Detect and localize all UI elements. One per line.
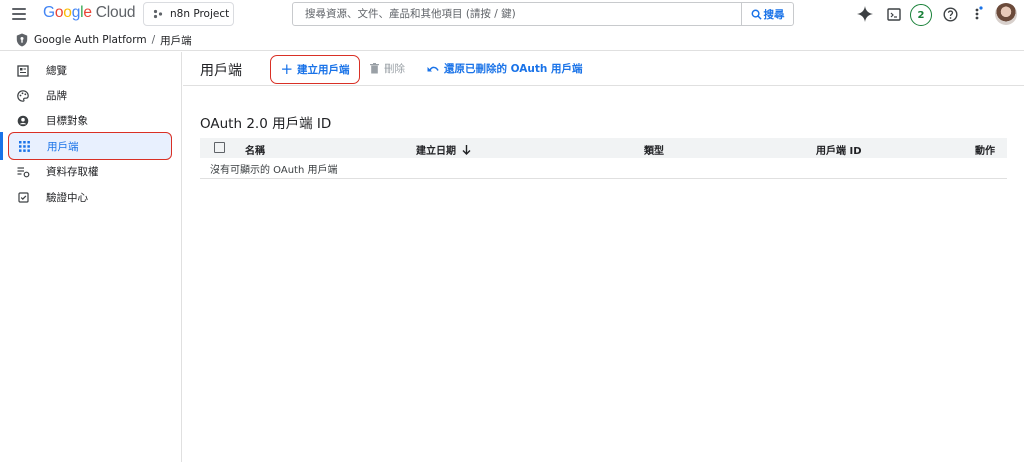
breadcrumb-current: 用戶端 [160, 34, 192, 47]
column-header-created[interactable]: 建立日期 [416, 142, 471, 157]
menu-icon[interactable] [12, 8, 26, 20]
palette-icon [16, 89, 30, 103]
section-title: OAuth 2.0 用戶端 ID [200, 116, 332, 132]
notifications-badge[interactable]: 2 [909, 3, 933, 27]
column-header-client-id[interactable]: 用戶端 ID [816, 142, 862, 157]
sort-arrow-down-icon [462, 144, 471, 155]
search-input[interactable] [293, 3, 741, 25]
plus-icon: + [280, 60, 294, 78]
empty-state-row: 沒有可顯示的 OAuth 用戶端 [200, 158, 1007, 179]
sidebar-item-verification[interactable]: 驗證中心 [8, 185, 172, 210]
verified-icon [16, 191, 30, 205]
sidebar-item-branding[interactable]: 品牌 [8, 83, 172, 108]
gemini-icon[interactable] [855, 4, 875, 24]
breadcrumb-separator: / [151, 34, 156, 46]
project-picker-button[interactable]: n8n Project [143, 2, 234, 26]
more-vert-icon[interactable] [968, 4, 988, 24]
search-button[interactable]: 搜尋 [741, 3, 793, 25]
delete-button[interactable]: 刪除 [370, 61, 405, 76]
page-toolbar: 用戶端 + 建立用戶端 刪除 還原已刪除的 OAuth 用戶端 [183, 52, 1024, 86]
restore-deleted-clients-button[interactable]: 還原已刪除的 OAuth 用戶端 [427, 61, 583, 76]
trash-icon [370, 63, 379, 74]
project-icon [153, 9, 163, 19]
google-cloud-logo[interactable]: Google Cloud [43, 4, 135, 22]
search-bar: 搜尋 [292, 2, 794, 26]
active-indicator [0, 132, 3, 160]
apps-grid-icon [17, 139, 31, 153]
search-icon [751, 9, 762, 20]
person-icon [16, 114, 30, 128]
page-title: 用戶端 [200, 63, 242, 79]
oauth-clients-table: 名稱 建立日期 類型 用戶端 ID 動作 沒有可顯示的 OAuth 用戶端 [200, 138, 1007, 179]
sidebar: 總覽 品牌 目標對象 用戶端 資料存取權 驗證中心 [0, 52, 182, 462]
sidebar-item-audience[interactable]: 目標對象 [8, 108, 172, 133]
project-name: n8n Project [170, 8, 230, 20]
breadcrumb-root[interactable]: Google Auth Platform [34, 34, 147, 46]
column-header-type[interactable]: 類型 [644, 142, 664, 157]
select-all-checkbox[interactable] [214, 142, 225, 153]
table-header: 名稱 建立日期 類型 用戶端 ID 動作 [200, 138, 1007, 158]
dashboard-icon [16, 64, 30, 78]
undo-icon [427, 66, 439, 72]
cloud-shell-icon[interactable] [884, 4, 904, 24]
sidebar-item-overview[interactable]: 總覽 [8, 58, 172, 83]
breadcrumb: Google Auth Platform / 用戶端 [0, 30, 1024, 51]
column-header-actions: 動作 [975, 146, 995, 157]
avatar[interactable] [995, 3, 1017, 25]
data-access-icon [16, 165, 30, 179]
sidebar-item-clients[interactable]: 用戶端 [8, 132, 172, 160]
empty-state-message: 沒有可顯示的 OAuth 用戶端 [210, 164, 338, 176]
create-client-button[interactable]: + 建立用戶端 [270, 55, 360, 84]
column-header-name[interactable]: 名稱 [245, 142, 265, 157]
help-icon[interactable] [940, 4, 960, 24]
shield-icon [16, 33, 28, 47]
sidebar-item-data-access[interactable]: 資料存取權 [8, 159, 172, 184]
top-bar: GoogleCloud n8n Project 搜尋 2 [0, 0, 1024, 29]
